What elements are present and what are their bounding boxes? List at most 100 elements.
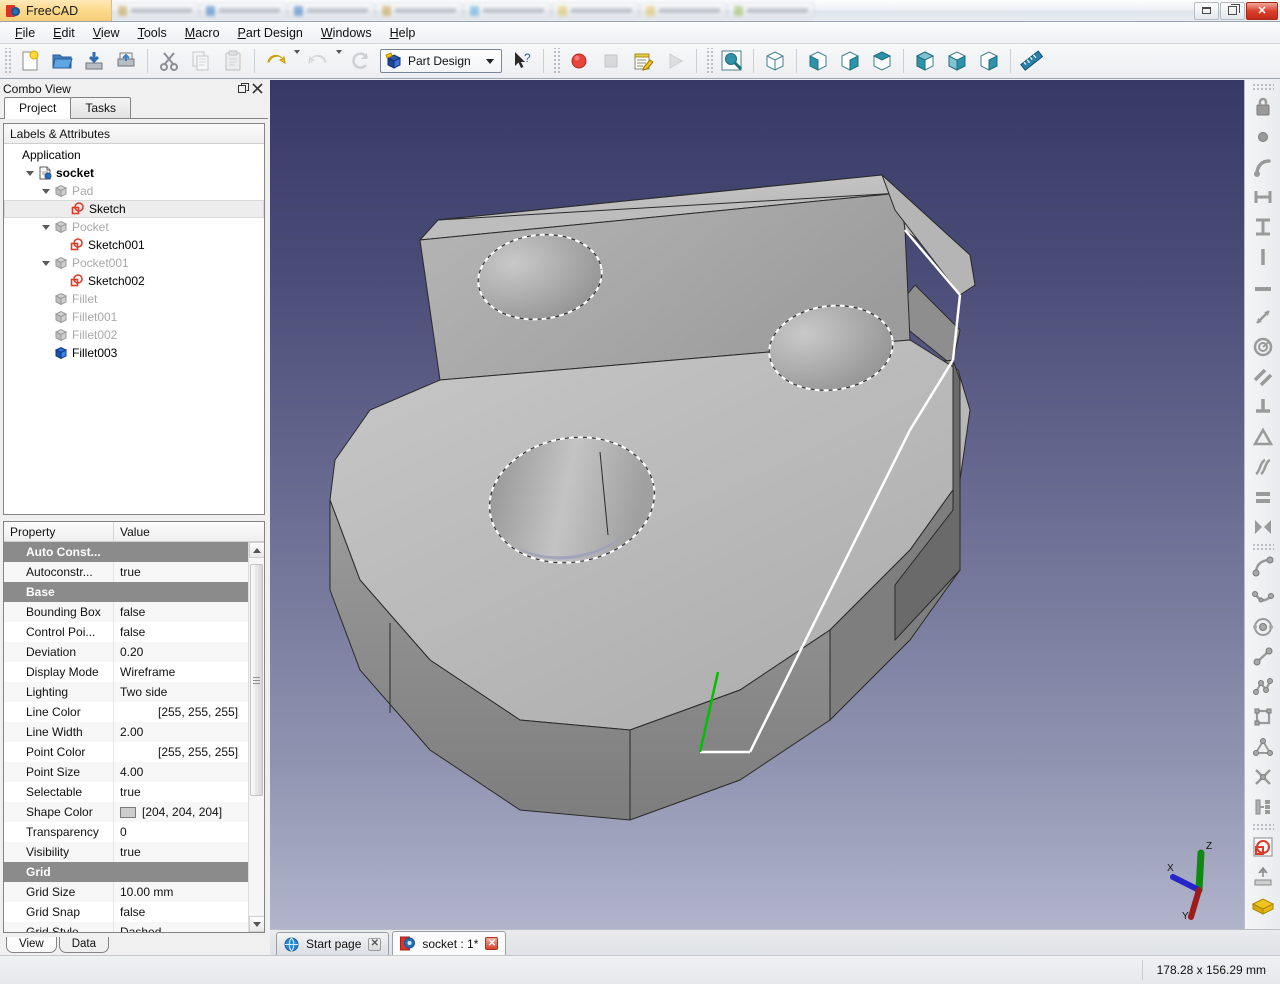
constraint-snells-law-icon[interactable] — [1248, 512, 1278, 542]
property-value-cell[interactable]: true — [114, 785, 248, 799]
tree-expander[interactable] — [56, 272, 68, 290]
tree-expander[interactable] — [40, 182, 52, 200]
property-value-cell[interactable]: 0 — [114, 825, 248, 839]
tree-item-fillet001[interactable]: Fillet001 — [4, 308, 264, 326]
open-document-icon[interactable] — [46, 46, 78, 76]
constraint-equal-icon[interactable] — [1248, 362, 1278, 392]
copy-icon[interactable] — [185, 46, 217, 76]
scrollbar-thumb[interactable] — [250, 564, 263, 796]
constraint-angle-icon[interactable] — [1248, 422, 1278, 452]
redo-icon[interactable] — [302, 46, 334, 76]
constraint-horizontal-icon[interactable] — [1248, 182, 1278, 212]
property-value-cell[interactable]: [255, 255, 255] — [114, 745, 248, 759]
sketcher-clone-icon[interactable] — [1248, 732, 1278, 762]
sketcher-fillet-icon[interactable] — [1248, 552, 1278, 582]
tree-expander[interactable] — [40, 344, 52, 362]
print-document-icon[interactable] — [110, 46, 142, 76]
property-value-cell[interactable]: 0.20 — [114, 645, 248, 659]
save-document-icon[interactable] — [78, 46, 110, 76]
sketcher-extend-icon[interactable] — [1248, 612, 1278, 642]
property-row[interactable]: Grid Snapfalse — [4, 902, 248, 922]
constraint-tangent-icon[interactable] — [1248, 452, 1278, 482]
tab-data[interactable]: Data — [59, 937, 109, 953]
menu-macro[interactable]: Macro — [176, 23, 229, 43]
menu-file[interactable]: File — [6, 23, 44, 43]
undo-icon[interactable] — [260, 46, 292, 76]
sketcher-symmetry-icon[interactable] — [1248, 792, 1278, 822]
property-value-cell[interactable]: false — [114, 905, 248, 919]
menu-part-design[interactable]: Part Design — [229, 23, 312, 43]
tree-expander[interactable] — [40, 308, 52, 326]
property-row[interactable]: Grid — [4, 862, 248, 882]
sketcher-trim-icon[interactable] — [1248, 582, 1278, 612]
undock-icon[interactable] — [236, 82, 250, 96]
tree-expander[interactable] — [40, 254, 52, 272]
scrollbar-track[interactable] — [249, 558, 265, 916]
right-view-icon[interactable] — [866, 46, 898, 76]
sketcher-carbon-copy-icon[interactable] — [1248, 672, 1278, 702]
close-icon[interactable]: ✕ — [368, 938, 381, 951]
sketcher-delete-icon[interactable] — [1248, 762, 1278, 792]
close-button[interactable]: ✕ — [1246, 2, 1278, 20]
toolbar-grip[interactable] — [705, 48, 713, 74]
measure-icon[interactable] — [1016, 46, 1048, 76]
tree-expander[interactable] — [24, 164, 36, 182]
property-row[interactable]: LightingTwo side — [4, 682, 248, 702]
tab-view[interactable]: View — [6, 937, 57, 953]
constraint-radius-icon[interactable] — [1248, 332, 1278, 362]
whats-this-icon[interactable]: ? — [506, 46, 538, 76]
toolbar-grip[interactable] — [3, 48, 11, 74]
macro-record-icon[interactable] — [563, 46, 595, 76]
macro-execute-icon[interactable] — [659, 46, 691, 76]
property-row[interactable]: Selectabletrue — [4, 782, 248, 802]
constraint-perpendicular-icon[interactable] — [1248, 272, 1278, 302]
property-row[interactable]: Display ModeWireframe — [4, 662, 248, 682]
redo-dropdown-icon[interactable] — [334, 54, 344, 68]
pocket-icon[interactable] — [1248, 892, 1278, 922]
3d-viewport[interactable]: Z X Y — [270, 80, 1244, 929]
property-value-cell[interactable]: true — [114, 845, 248, 859]
undo-dropdown-icon[interactable] — [292, 54, 302, 68]
constraint-symmetric-icon[interactable] — [1248, 392, 1278, 422]
constraint-coincident-icon[interactable] — [1248, 122, 1278, 152]
property-row[interactable]: Line Color[255, 255, 255] — [4, 702, 248, 722]
property-row[interactable]: Autoconstr...true — [4, 562, 248, 582]
scroll-down-icon[interactable] — [249, 916, 265, 932]
property-value-cell[interactable]: true — [114, 565, 248, 579]
property-row[interactable]: Grid Size10.00 mm — [4, 882, 248, 902]
property-row[interactable]: Base — [4, 582, 248, 602]
tree-item-fillet[interactable]: Fillet — [4, 290, 264, 308]
property-rows[interactable]: Auto Const...Autoconstr...trueBaseBoundi… — [4, 542, 248, 932]
property-scrollbar[interactable] — [248, 542, 264, 932]
constraint-point-on-object-icon[interactable] — [1248, 152, 1278, 182]
menu-windows[interactable]: Windows — [312, 23, 381, 43]
property-value-cell[interactable]: 2.00 — [114, 725, 248, 739]
property-value-cell[interactable]: Two side — [114, 685, 248, 699]
menu-help[interactable]: Help — [381, 23, 425, 43]
constraint-lock-icon[interactable] — [1248, 92, 1278, 122]
tree-item-sketch001[interactable]: Sketch001 — [4, 236, 264, 254]
toolbar-grip[interactable] — [1252, 543, 1274, 550]
model-tree[interactable]: ApplicationsocketPadSketchPocketSketch00… — [4, 144, 264, 514]
property-value-cell[interactable]: false — [114, 625, 248, 639]
tree-item-fillet002[interactable]: Fillet002 — [4, 326, 264, 344]
tree-expander[interactable] — [40, 290, 52, 308]
refresh-icon[interactable] — [344, 46, 376, 76]
property-row[interactable]: Grid StyleDashed — [4, 922, 248, 932]
property-row[interactable]: Bounding Boxfalse — [4, 602, 248, 622]
sketcher-external-geometry-icon[interactable] — [1248, 642, 1278, 672]
property-row[interactable]: Point Size4.00 — [4, 762, 248, 782]
toolbar-grip[interactable] — [552, 48, 560, 74]
tab-socket-document[interactable]: socket : 1* ✕ — [392, 931, 506, 955]
macro-edit-icon[interactable] — [627, 46, 659, 76]
toolbar-grip[interactable] — [1252, 83, 1274, 90]
constraint-distance-icon[interactable] — [1248, 302, 1278, 332]
tree-item-sketch[interactable]: Sketch — [4, 200, 264, 218]
property-row[interactable]: Auto Const... — [4, 542, 248, 562]
property-row[interactable]: Deviation0.20 — [4, 642, 248, 662]
property-row[interactable]: Transparency0 — [4, 822, 248, 842]
tree-item-pocket[interactable]: Pocket — [4, 218, 264, 236]
tree-item-sketch002[interactable]: Sketch002 — [4, 272, 264, 290]
property-row[interactable]: Shape Color[204, 204, 204] — [4, 802, 248, 822]
tree-expander[interactable] — [40, 326, 52, 344]
